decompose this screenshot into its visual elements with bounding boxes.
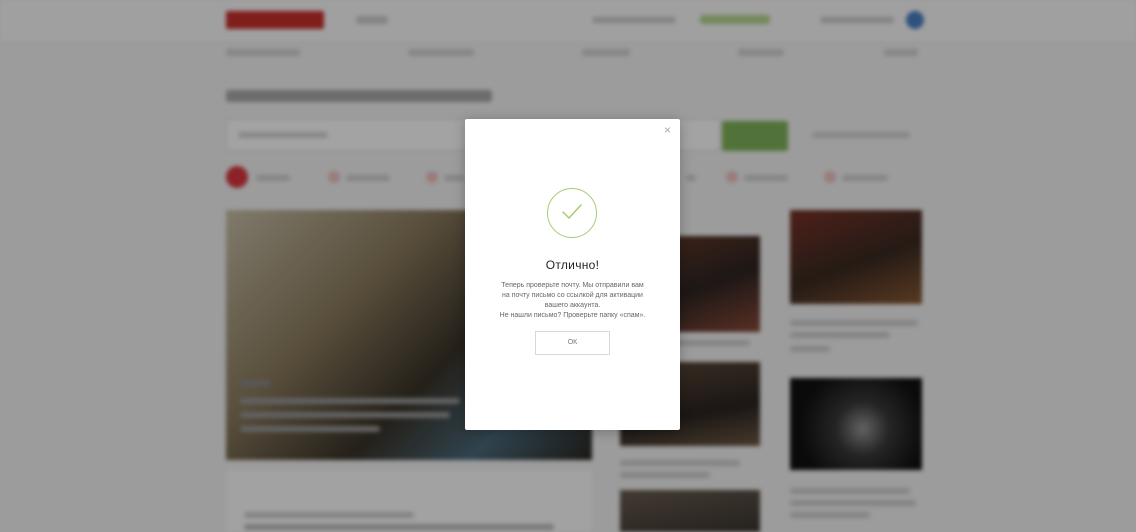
modal-message-line: Теперь проверьте почту. Мы отправили вам bbox=[501, 282, 644, 289]
ok-button[interactable]: ОК bbox=[535, 331, 610, 355]
modal-message-line: на почту письмо со ссылкой для активации bbox=[502, 292, 643, 299]
modal-message-line: Не нашли письмо? Проверьте папку «спам». bbox=[499, 312, 646, 319]
close-icon[interactable]: × bbox=[664, 124, 671, 136]
modal-title: Отлично! bbox=[545, 258, 600, 272]
checkmark-circle-icon bbox=[547, 188, 597, 238]
confirmation-modal: × Отлично! Теперь проверьте почту. Мы от… bbox=[465, 119, 680, 430]
modal-message: Теперь проверьте почту. Мы отправили вам… bbox=[475, 281, 670, 321]
modal-message-line: вашего аккаунта. bbox=[544, 302, 601, 309]
